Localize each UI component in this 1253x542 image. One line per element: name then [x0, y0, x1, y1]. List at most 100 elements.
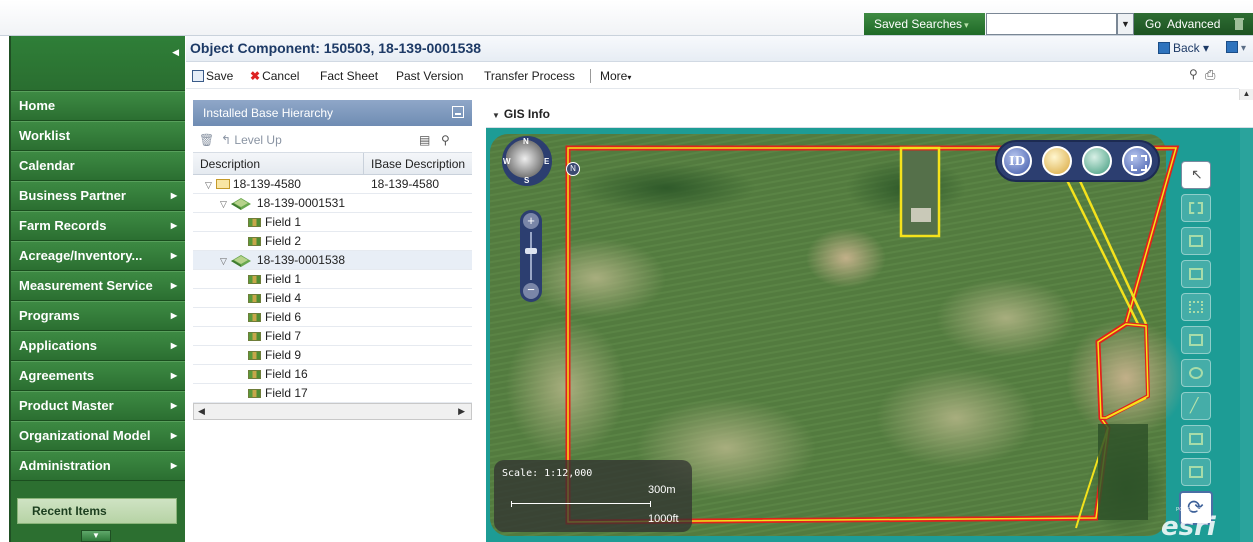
page-title: Object Component: 150503, 18-139-0001538 — [190, 40, 482, 56]
nav-item[interactable]: Measurement Service ▶ — [11, 271, 185, 301]
save-button[interactable]: Save — [192, 69, 233, 83]
table-settings-icon[interactable]: ▤ — [419, 133, 430, 147]
table-row[interactable]: Field 2 — [193, 232, 472, 251]
horizontal-scrollbar[interactable]: ◀ ▶ — [193, 403, 472, 420]
nav-item[interactable]: Organizational Model ▶ — [11, 421, 185, 451]
level-up-button[interactable]: ↰ Level Up — [221, 133, 282, 147]
zoom-slider-handle[interactable] — [525, 248, 537, 254]
search-dropdown-button[interactable]: ▼ — [1117, 13, 1134, 35]
row-description: Field 1 — [248, 272, 301, 286]
search-input[interactable] — [986, 13, 1117, 35]
collapse-nav-icon[interactable]: ◀ — [172, 47, 179, 58]
nav-item[interactable]: Acreage/Inventory... ▶ — [11, 241, 185, 271]
circle-tool-icon[interactable] — [1181, 359, 1211, 387]
column-divider[interactable] — [363, 153, 364, 174]
nav-item[interactable]: Worklist — [11, 121, 185, 151]
fact-sheet-button[interactable]: Fact Sheet — [320, 69, 378, 83]
chevron-right-icon: ▶ — [170, 251, 177, 260]
expand-toggle-icon[interactable]: ▽ — [220, 256, 227, 266]
installed-base-hierarchy-panel: Installed Base Hierarchy 🗑 ↰ Level Up ▤ … — [193, 100, 472, 466]
cut-tool-icon[interactable] — [1181, 326, 1211, 354]
table-row[interactable]: Field 16 — [193, 365, 472, 384]
table-row[interactable]: Field 17 — [193, 384, 472, 403]
scroll-right-icon[interactable]: ▶ — [458, 406, 465, 417]
nav-item[interactable]: Product Master ▶ — [11, 391, 185, 421]
go-button[interactable]: Go — [1145, 17, 1161, 31]
chevron-right-icon: ▶ — [170, 341, 177, 350]
table-row[interactable]: Field 7 — [193, 327, 472, 346]
cancel-button[interactable]: ✖ Cancel — [250, 69, 299, 83]
personalize-icon[interactable]: ⚲ — [1189, 67, 1198, 81]
measure-tape-icon[interactable] — [1042, 146, 1072, 176]
drawing-toolbar: ↖ ╱ ⟳ — [1177, 161, 1215, 525]
field-icon — [248, 332, 261, 341]
table-row[interactable]: ▽ 18-139-0001538 — [193, 251, 472, 270]
edit-attributes-tool-icon[interactable] — [1181, 425, 1211, 453]
chevron-down-icon: ▾ — [964, 20, 969, 30]
reshape-tool-icon[interactable] — [1181, 458, 1211, 486]
saved-searches-label: Saved Searches — [874, 17, 963, 31]
table-row[interactable]: ▽ 18-139-0001531 — [193, 194, 472, 213]
nav-item-label: Calendar — [19, 158, 75, 173]
table-row[interactable]: Field 9 — [193, 346, 472, 365]
table-row[interactable]: Field 6 — [193, 308, 472, 327]
print-icon[interactable]: ⎙ — [1205, 67, 1215, 83]
nav-item[interactable]: Business Partner ▶ — [11, 181, 185, 211]
col-ibase-description[interactable]: IBase Description — [371, 157, 465, 171]
table-row[interactable]: Field 1 — [193, 213, 472, 232]
layers-icon[interactable] — [1082, 146, 1112, 176]
land-parcel-icon — [230, 253, 251, 267]
zoom-slider-track[interactable] — [530, 232, 532, 280]
row-description: Field 17 — [248, 386, 308, 400]
nav-item[interactable]: Programs ▶ — [11, 301, 185, 331]
vertex-edit-tool-icon[interactable] — [1181, 293, 1211, 321]
personalize-icon[interactable]: ⚲ — [441, 133, 450, 147]
expand-toggle-icon[interactable]: ▽ — [205, 180, 212, 190]
table-row[interactable]: Field 1 — [193, 270, 472, 289]
table-row[interactable]: Field 4 — [193, 289, 472, 308]
zoom-in-button[interactable]: + — [523, 213, 539, 229]
nav-item-label: Worklist — [19, 128, 71, 143]
row-description: ▽ 18-139-0001531 — [220, 196, 345, 210]
advanced-search-link[interactable]: Advanced — [1167, 17, 1220, 31]
past-version-button[interactable]: Past Version — [396, 69, 463, 83]
recent-items-button[interactable]: Recent Items — [17, 498, 177, 524]
pointer-tool-icon[interactable]: ↖ — [1181, 161, 1211, 189]
nav-item[interactable]: Farm Records ▶ — [11, 211, 185, 241]
split-tool-icon[interactable] — [1181, 260, 1211, 288]
expand-recent-icon[interactable]: ▼ — [81, 530, 111, 542]
nav-item-label: Programs — [19, 308, 80, 323]
reset-north-button[interactable]: N — [566, 162, 580, 176]
full-extent-icon[interactable] — [1122, 146, 1152, 176]
select-rectangle-tool-icon[interactable] — [1181, 194, 1211, 222]
field-icon — [248, 313, 261, 322]
nav-item[interactable]: Applications ▶ — [11, 331, 185, 361]
draw-line-tool-icon[interactable]: ╱ — [1181, 392, 1211, 420]
back-button[interactable]: Back ▾ — [1158, 41, 1209, 55]
top-bar: Saved Searches ▾ ▼ Go Advanced — [0, 0, 1253, 36]
compass-icon[interactable]: N S E W — [502, 136, 552, 186]
header-menu-button[interactable]: ▾ — [1226, 41, 1246, 54]
identify-button[interactable]: ID — [1002, 146, 1032, 176]
close-icon: ✖ — [250, 69, 261, 83]
more-menu-button[interactable]: More▾ — [600, 69, 631, 83]
col-description[interactable]: Description — [200, 157, 260, 171]
transfer-process-button[interactable]: Transfer Process — [484, 69, 575, 83]
gis-header[interactable]: ▼ GIS Info — [486, 100, 1253, 128]
nav-item[interactable]: Agreements ▶ — [11, 361, 185, 391]
nav-item[interactable]: Calendar — [11, 151, 185, 181]
minimize-icon[interactable] — [452, 106, 464, 118]
zoom-out-button[interactable]: − — [523, 283, 539, 299]
delete-icon[interactable]: 🗑 — [199, 133, 214, 147]
draw-polygon-tool-icon[interactable] — [1181, 227, 1211, 255]
nav-item[interactable]: Administration ▶ — [11, 451, 185, 481]
scroll-left-icon[interactable]: ◀ — [198, 406, 205, 417]
table-row[interactable]: ▽ 18-139-4580 18-139-4580 — [193, 175, 472, 194]
nav-item-label: Home — [19, 98, 56, 113]
trash-icon[interactable] — [1234, 17, 1244, 31]
expand-toggle-icon[interactable]: ▽ — [220, 199, 227, 209]
nav-item[interactable]: Home — [11, 91, 185, 121]
saved-searches-button[interactable]: Saved Searches ▾ — [864, 13, 985, 35]
map-view[interactable]: N S E W N + − ID ↖ ╱ ⟳ Scale: 1:12,000 3… — [486, 128, 1240, 542]
hierarchy-header: Installed Base Hierarchy — [193, 100, 472, 126]
